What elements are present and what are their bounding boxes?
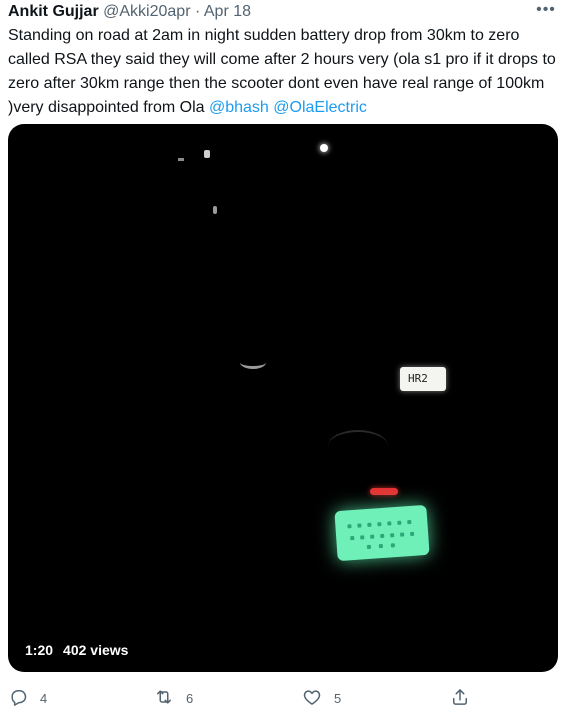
reply-button[interactable]: 4 bbox=[8, 684, 47, 712]
tweet-actions: 4 6 5 bbox=[0, 684, 578, 712]
video-info: 1:20 402 views bbox=[25, 640, 128, 660]
video-player[interactable]: HR2 1:20 402 views bbox=[8, 124, 558, 672]
like-count: 5 bbox=[334, 690, 342, 706]
tail-light bbox=[370, 488, 398, 495]
light-reflection bbox=[204, 150, 210, 158]
share-button[interactable] bbox=[450, 684, 470, 712]
video-views: 402 views bbox=[63, 642, 129, 658]
retweet-count: 6 bbox=[186, 690, 194, 706]
reply-icon bbox=[8, 687, 28, 710]
video-duration: 1:20 bbox=[25, 642, 54, 658]
author-handle[interactable]: @Akki20apr bbox=[103, 3, 190, 20]
retweet-icon bbox=[154, 687, 174, 710]
glowing-display bbox=[334, 504, 430, 562]
tweet-text: Standing on road at 2am in night sudden … bbox=[8, 24, 558, 120]
like-button[interactable]: 5 bbox=[302, 684, 341, 712]
scooter-shape bbox=[328, 430, 388, 462]
reply-count: 4 bbox=[40, 690, 48, 706]
light-reflection bbox=[213, 206, 217, 214]
share-icon bbox=[450, 687, 470, 710]
video-frame bbox=[128, 124, 438, 672]
mirror-reflection bbox=[240, 356, 266, 369]
more-icon[interactable]: ••• bbox=[534, 2, 558, 22]
mention-olaelectric[interactable]: @OlaElectric bbox=[273, 99, 367, 116]
license-plate: HR2 bbox=[400, 367, 446, 391]
tweet-date[interactable]: Apr 18 bbox=[204, 3, 251, 20]
author-name[interactable]: Ankit Gujjar bbox=[8, 3, 99, 20]
light-reflection bbox=[178, 158, 184, 161]
header-separator: · bbox=[194, 3, 201, 20]
mention-bhash[interactable]: @bhash bbox=[209, 99, 269, 116]
light-reflection bbox=[320, 144, 328, 152]
tweet-header: Ankit Gujjar @Akki20apr · Apr 18 bbox=[8, 2, 528, 24]
retweet-button[interactable]: 6 bbox=[154, 684, 193, 712]
heart-icon bbox=[302, 687, 322, 710]
